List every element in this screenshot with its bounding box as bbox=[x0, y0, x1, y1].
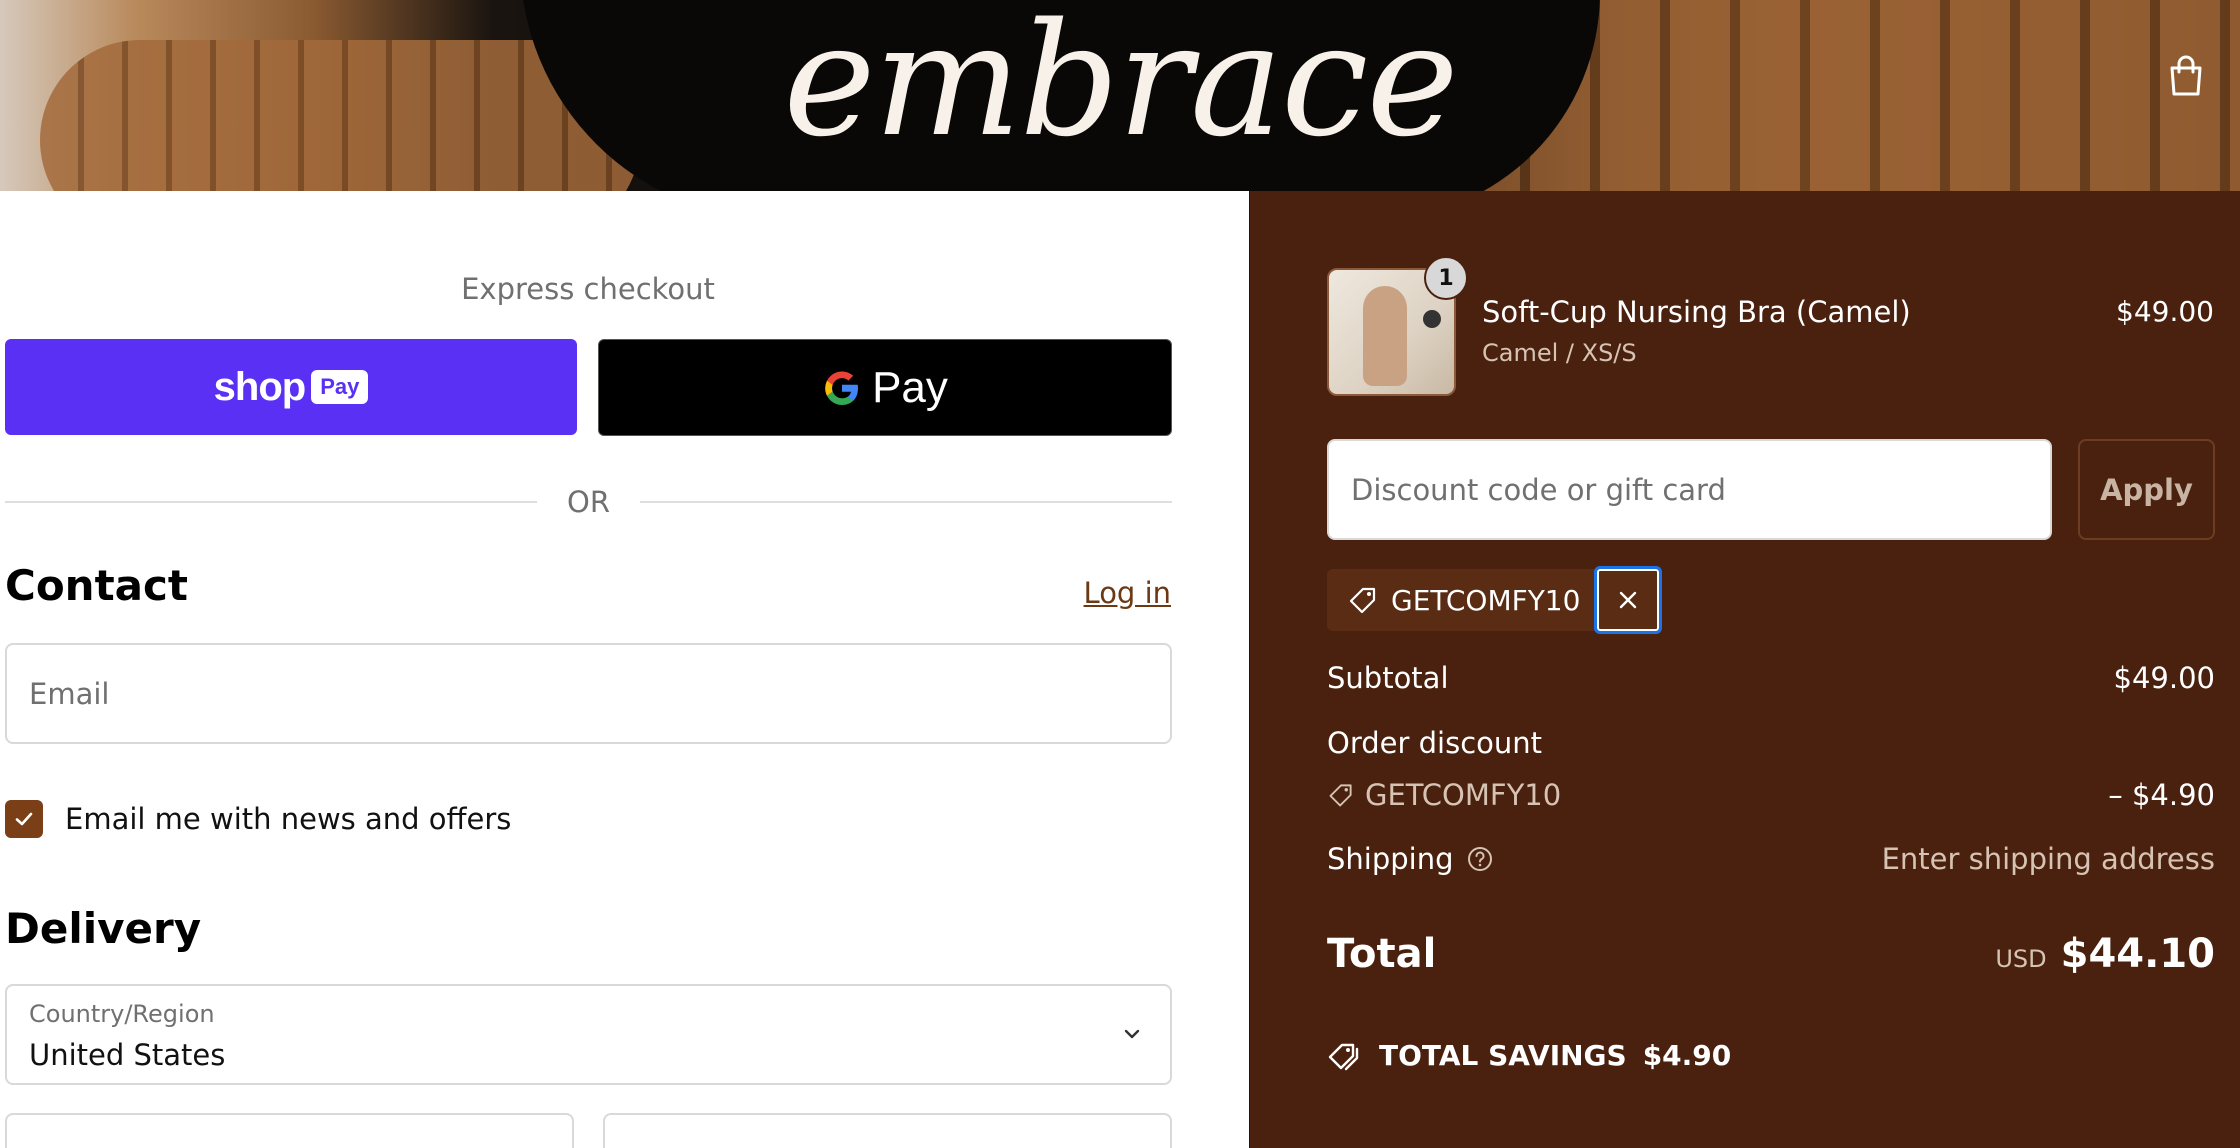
email-input[interactable] bbox=[7, 645, 1170, 742]
product-title: Soft-Cup Nursing Bra (Camel) bbox=[1482, 295, 1911, 329]
country-select[interactable]: Country/Region United States bbox=[5, 984, 1172, 1085]
discount-code-row: GETCOMFY10 – $4.90 bbox=[1327, 778, 2215, 812]
google-pay-button[interactable]: Pay bbox=[598, 339, 1172, 436]
total-label: Total bbox=[1327, 931, 1437, 977]
apply-button[interactable]: Apply bbox=[2078, 439, 2215, 540]
subtotal-value: $49.00 bbox=[2113, 661, 2215, 695]
or-divider: OR bbox=[5, 482, 1173, 522]
order-discount-label: Order discount bbox=[1327, 726, 1543, 760]
discount-value: – $4.90 bbox=[2108, 778, 2215, 812]
product-variant: Camel / XS/S bbox=[1482, 339, 1637, 367]
help-icon[interactable] bbox=[1466, 845, 1494, 873]
total-value: $44.10 bbox=[2060, 931, 2215, 977]
product-model bbox=[1363, 286, 1407, 386]
close-icon bbox=[1620, 591, 1637, 609]
shipping-value: Enter shipping address bbox=[1881, 842, 2215, 876]
newsletter-checkbox[interactable] bbox=[5, 800, 43, 838]
newsletter-option[interactable]: Email me with news and offers bbox=[5, 800, 511, 838]
total-currency: USD bbox=[1995, 945, 2047, 973]
discount-field[interactable] bbox=[1327, 439, 2052, 540]
google-g-icon bbox=[825, 371, 859, 405]
express-checkout-title: Express checkout bbox=[461, 272, 715, 306]
order-discount-row: Order discount bbox=[1327, 726, 2215, 760]
country-value: United States bbox=[29, 1038, 226, 1072]
or-text: OR bbox=[567, 485, 610, 519]
product-price: $49.00 bbox=[2116, 295, 2214, 328]
applied-code-chip: GETCOMFY10 bbox=[1327, 566, 1663, 634]
total-savings: TOTAL SAVINGS $4.90 bbox=[1327, 1039, 1731, 1072]
savings-label: TOTAL SAVINGS bbox=[1379, 1039, 1627, 1072]
header-banner: embrace bbox=[0, 0, 2240, 191]
remove-code-button[interactable] bbox=[1594, 566, 1663, 634]
tag-icon bbox=[1349, 587, 1376, 614]
divider-line-right bbox=[640, 501, 1173, 503]
country-label: Country/Region bbox=[29, 1000, 215, 1028]
google-pay-word: Pay bbox=[872, 362, 948, 412]
first-name-field[interactable] bbox=[5, 1113, 574, 1148]
checkmark-icon bbox=[15, 812, 33, 826]
divider-line-left bbox=[5, 501, 538, 503]
shipping-row: Shipping Enter shipping address bbox=[1327, 842, 2215, 876]
delivery-title: Delivery bbox=[5, 904, 202, 953]
discount-input[interactable] bbox=[1329, 441, 2050, 538]
contact-title: Contact bbox=[5, 561, 188, 610]
order-summary: 1 Soft-Cup Nursing Bra (Camel) Camel / X… bbox=[1249, 191, 2240, 1148]
last-name-field[interactable] bbox=[603, 1113, 1172, 1148]
brand-logo[interactable]: embrace bbox=[0, 2, 2240, 158]
shop-pay-badge: Pay bbox=[311, 370, 369, 404]
email-field[interactable] bbox=[5, 643, 1172, 744]
savings-tag-icon bbox=[1328, 1043, 1359, 1070]
newsletter-label: Email me with news and offers bbox=[65, 802, 512, 836]
shopping-bag-icon[interactable] bbox=[2166, 54, 2206, 98]
login-link[interactable]: Log in bbox=[1084, 576, 1171, 610]
total-row: Total USD $44.10 bbox=[1327, 931, 2215, 977]
applied-code-text: GETCOMFY10 bbox=[1391, 583, 1581, 617]
checkout-form: Express checkout shop Pay Pay OR Contact… bbox=[0, 191, 1249, 1148]
shop-pay-button[interactable]: shop Pay bbox=[5, 339, 577, 435]
shop-pay-word: shop bbox=[213, 364, 307, 409]
chevron-down-icon bbox=[1124, 1029, 1140, 1039]
discount-code-text: GETCOMFY10 bbox=[1365, 778, 1562, 812]
savings-value: $4.90 bbox=[1642, 1039, 1732, 1072]
quantity-badge: 1 bbox=[1424, 256, 1468, 300]
shipping-label: Shipping bbox=[1327, 842, 1454, 876]
tag-icon bbox=[1329, 784, 1352, 807]
subtotal-label: Subtotal bbox=[1327, 661, 1449, 695]
subtotal-row: Subtotal $49.00 bbox=[1327, 661, 2215, 695]
product-background-lamp bbox=[1423, 310, 1441, 328]
